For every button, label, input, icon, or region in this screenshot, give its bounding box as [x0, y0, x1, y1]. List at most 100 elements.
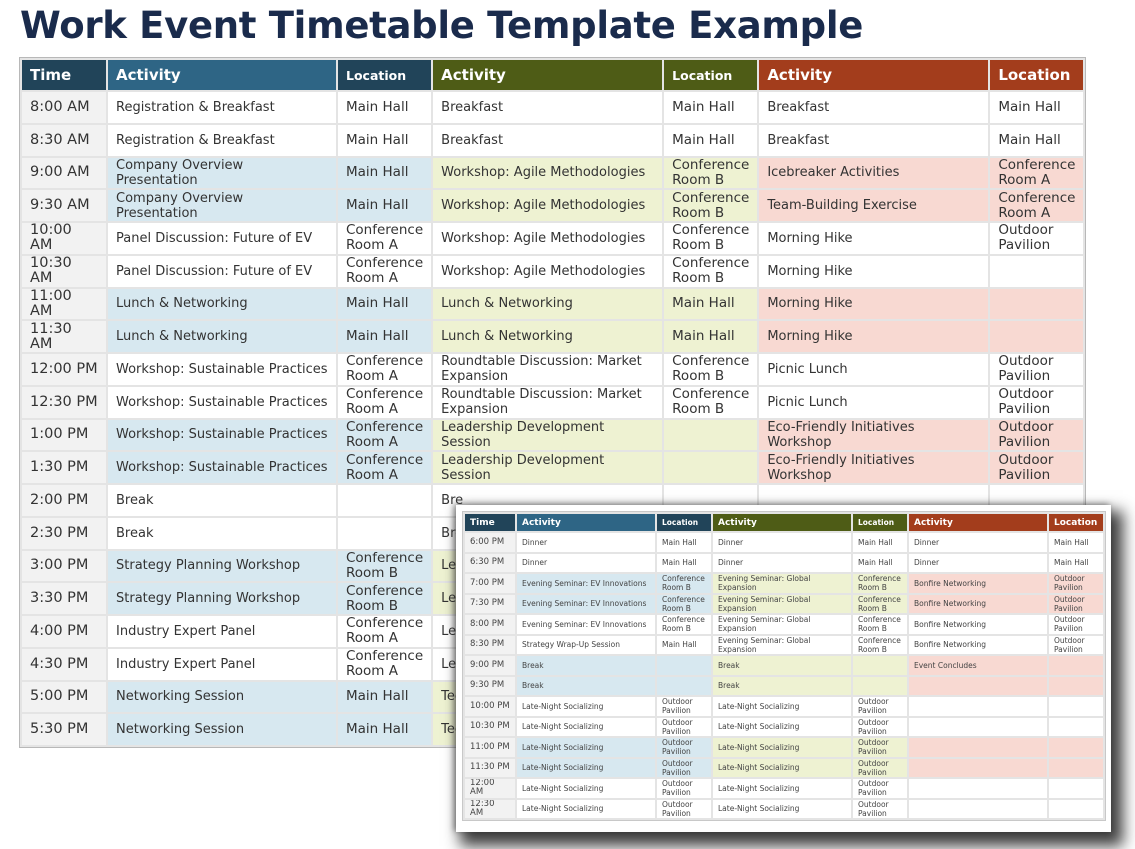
track1-activity-cell: Workshop: Sustainable Practices [106, 450, 338, 485]
time-cell: 8:00 AM [20, 90, 108, 125]
track2-location-cell: Conference Room B [662, 352, 760, 387]
time-cell: 4:00 PM [20, 614, 108, 649]
track1-activity-cell: Registration & Breakfast [106, 122, 338, 158]
table-row: 10:00 PM Late-Night Socializing Outdoor Pa… [463, 695, 1105, 718]
track1-location-cell: Conference Room B [655, 572, 713, 595]
track2-activity-cell: Roundtable Discussion: Market Expansion [431, 352, 665, 387]
track3-location-cell [1047, 695, 1105, 718]
track1-location-cell: Main Hall [335, 155, 434, 191]
track1-location-cell: Outdoor Pavilion [655, 695, 713, 718]
track1-location-cell: Conference Room A [335, 253, 434, 289]
table-row: 9:00 PM Break Break Event Concludes [463, 654, 1105, 677]
header-track1-location: Location [335, 58, 434, 92]
track2-location-cell: Main Hall [851, 551, 909, 574]
track3-activity-cell: Morning Hike [757, 221, 991, 256]
table-row: 8:00 PM Evening Seminar: EV Innovations Co… [463, 613, 1105, 636]
time-cell: 10:00 AM [20, 221, 108, 256]
table-row: 12:30 AM Late-Night Socializing Outdoor Pa… [463, 797, 1105, 820]
time-cell: 5:00 PM [20, 679, 108, 715]
time-cell: 2:30 PM [20, 515, 108, 551]
time-cell: 9:00 AM [20, 155, 108, 191]
header-track1-location: Location [655, 512, 713, 533]
track2-location-cell: Outdoor Pavilion [851, 756, 909, 779]
track1-location-cell: Outdoor Pavilion [655, 797, 713, 820]
track1-location-cell: Main Hall [335, 286, 434, 322]
track3-activity-cell: Bonfire Networking [907, 613, 1049, 636]
track2-location-cell: Conference Room B [662, 188, 760, 223]
track3-activity-cell: Icebreaker Activities [757, 155, 991, 191]
track1-activity-cell: Workshop: Sustainable Practices [106, 384, 338, 420]
track3-activity-cell: Dinner [907, 531, 1049, 554]
track2-activity-cell: Dinner [711, 531, 853, 554]
header-track2-location: Location [851, 512, 909, 533]
table-row: 8:30 PM Strategy Wrap-Up Session Main Hall… [463, 633, 1105, 656]
track3-activity-cell: Morning Hike [757, 286, 991, 322]
table-row: 10:30 AM Panel Discussion: Future of EV Co… [20, 253, 1086, 289]
time-cell: 11:30 AM [20, 319, 108, 354]
track3-location-cell [1047, 736, 1105, 759]
track2-activity-cell: Evening Seminar: Global Expansion [711, 572, 853, 595]
time-cell: 6:00 PM [463, 531, 517, 554]
track3-location-cell [1047, 777, 1105, 800]
track3-activity-cell: Bonfire Networking [907, 572, 1049, 595]
table-row: 8:00 AM Registration & Breakfast Main Hall… [20, 90, 1086, 125]
time-cell: 8:00 PM [463, 613, 517, 636]
time-cell: 10:30 AM [20, 253, 108, 289]
track1-activity-cell: Industry Expert Panel [106, 646, 338, 682]
time-cell: 10:30 PM [463, 715, 517, 738]
track1-activity-cell: Strategy Planning Workshop [106, 581, 338, 616]
time-cell: 11:30 PM [463, 756, 517, 779]
track2-activity-cell: Workshop: Agile Methodologies [431, 253, 665, 289]
track3-activity-cell: Bonfire Networking [907, 633, 1049, 656]
track1-location-cell: Main Hall [655, 551, 713, 574]
header-row: Time Activity Location Activity Location… [20, 58, 1086, 92]
header-row: Time Activity Location Activity Location… [463, 512, 1105, 533]
table-row: 9:00 AM Company Overview Presentation Main… [20, 155, 1086, 191]
track1-location-cell: Conference Room A [335, 614, 434, 649]
track1-location-cell: Main Hall [335, 122, 434, 158]
header-track3-location: Location [988, 58, 1086, 92]
track1-activity-cell: Break [106, 483, 338, 518]
table-row: 11:00 AM Lunch & Networking Main Hall Lunch… [20, 286, 1086, 322]
track3-location-cell: Main Hall [988, 90, 1086, 125]
time-cell: 12:30 PM [20, 384, 108, 420]
table-row: 10:30 PM Late-Night Socializing Outdoor Pa… [463, 715, 1105, 738]
track3-location-cell: Conference Room A [988, 188, 1086, 223]
track3-activity-cell: Event Concludes [907, 654, 1049, 677]
track1-activity-cell: Lunch & Networking [106, 319, 338, 354]
time-cell: 3:00 PM [20, 548, 108, 584]
track1-activity-cell: Company Overview Presentation [106, 188, 338, 223]
track1-activity-cell: Late-Night Socializing [515, 777, 657, 800]
track1-activity-cell: Late-Night Socializing [515, 797, 657, 820]
header-track3-activity: Activity [757, 58, 991, 92]
page-title: Work Event Timetable Template Example [20, 4, 864, 47]
track2-activity-cell: Late-Night Socializing [711, 715, 853, 738]
time-cell: 10:00 PM [463, 695, 517, 718]
table-row: 7:00 PM Evening Seminar: EV Innovations Co… [463, 572, 1105, 595]
track1-location-cell: Conference Room B [655, 613, 713, 636]
track3-activity-cell: Bonfire Networking [907, 592, 1049, 615]
header-track1-activity: Activity [106, 58, 338, 92]
track1-location-cell: Conference Room B [335, 548, 434, 584]
track2-location-cell: Outdoor Pavilion [851, 715, 909, 738]
track1-location-cell: Outdoor Pavilion [655, 777, 713, 800]
table-row: 11:30 PM Late-Night Socializing Outdoor Pa… [463, 756, 1105, 779]
track2-location-cell [851, 674, 909, 697]
track3-activity-cell [907, 797, 1049, 820]
time-cell: 5:30 PM [20, 712, 108, 747]
time-cell: 12:00 PM [20, 352, 108, 387]
track1-activity-cell: Dinner [515, 531, 657, 554]
time-cell: 7:00 PM [463, 572, 517, 595]
track3-activity-cell: Morning Hike [757, 253, 991, 289]
track1-activity-cell: Evening Seminar: EV Innovations [515, 572, 657, 595]
track2-activity-cell: Breakfast [431, 122, 665, 158]
track3-activity-cell: Eco-Friendly Initiatives Workshop [757, 417, 991, 453]
track3-activity-cell: Breakfast [757, 122, 991, 158]
track1-activity-cell: Strategy Planning Workshop [106, 548, 338, 584]
track3-location-cell: Main Hall [1047, 551, 1105, 574]
track1-location-cell: Main Hall [335, 679, 434, 715]
track1-location-cell: Conference Room B [655, 592, 713, 615]
table-row: 10:00 AM Panel Discussion: Future of EV Co… [20, 221, 1086, 256]
track1-activity-cell: Late-Night Socializing [515, 715, 657, 738]
track2-location-cell: Outdoor Pavilion [851, 797, 909, 820]
